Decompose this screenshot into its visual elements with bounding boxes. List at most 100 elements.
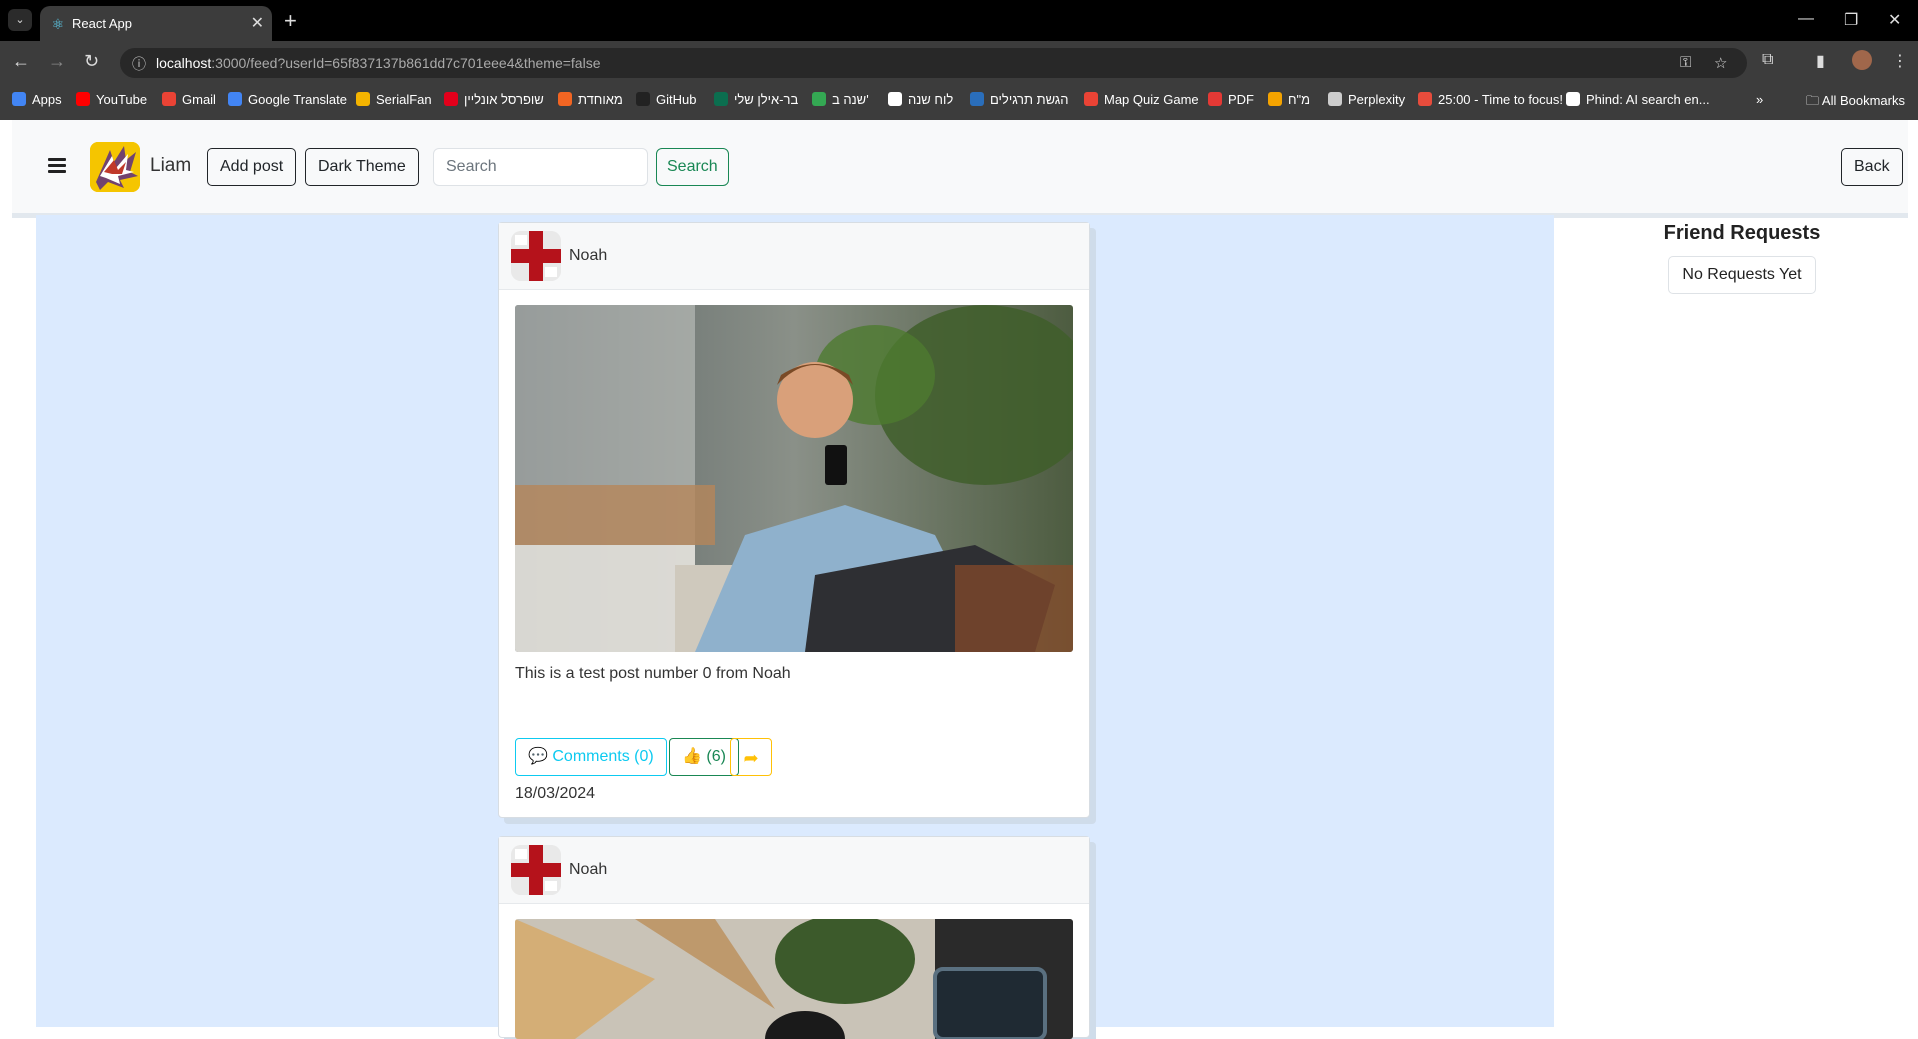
forward-arrow-icon[interactable]: → — [48, 51, 66, 72]
menu-dots-icon[interactable]: ⋮ — [1892, 51, 1908, 71]
app-page: Liam Add post Dark Theme Search Back Noa… — [0, 120, 1918, 1039]
bookmark-favicon-icon — [1268, 92, 1282, 106]
post-image — [515, 919, 1073, 1039]
search-input[interactable] — [433, 148, 648, 186]
bookmark-favicon-icon — [1328, 92, 1342, 106]
site-info-icon[interactable]: ⓘ — [132, 54, 146, 74]
bookmark-favicon-icon — [888, 92, 902, 106]
bookmark-label: Map Quiz Game — [1104, 92, 1199, 107]
bookmark-favicon-icon — [1566, 92, 1580, 106]
friend-requests-title: Friend Requests — [1663, 222, 1821, 244]
bookmark-item[interactable]: לוח שנה — [888, 92, 953, 107]
bookmark-label: מאוחדת — [578, 92, 623, 107]
url-text: localhost:3000/feed?userId=65f837137b861… — [156, 55, 601, 71]
bookmark-item[interactable]: YouTube — [76, 92, 147, 107]
side-panel-icon[interactable]: ▮ — [1816, 51, 1825, 71]
bookmark-favicon-icon — [1208, 92, 1222, 106]
thumbs-up-icon: 👍 — [682, 748, 702, 765]
browser-tab[interactable]: ⚛ React App ✕ — [40, 6, 272, 41]
bookmark-label: שופרסל אונליין — [464, 92, 544, 107]
all-bookmarks-button[interactable]: 🗀 All Bookmarks — [1806, 92, 1905, 114]
password-key-icon[interactable]: ⚿ — [1680, 54, 1691, 71]
bookmark-item[interactable]: PDF — [1208, 92, 1254, 107]
bookmark-item[interactable]: בר-אילן שלי — [714, 92, 798, 107]
bookmark-label: Phind: AI search en... — [1586, 92, 1710, 107]
window-close-icon[interactable]: ✕ — [1888, 10, 1901, 30]
bookmark-item[interactable]: Map Quiz Game — [1084, 92, 1199, 107]
bookmark-favicon-icon — [76, 92, 90, 106]
bookmark-favicon-icon — [444, 92, 458, 106]
hamburger-menu-icon[interactable] — [48, 158, 66, 173]
post-date: 18/03/2024 — [515, 785, 596, 802]
dark-theme-button[interactable]: Dark Theme — [305, 148, 419, 186]
comments-label: Comments (0) — [552, 748, 654, 765]
author-avatar[interactable] — [511, 845, 561, 895]
folder-icon: 🗀 — [1806, 93, 1822, 108]
bookmark-item[interactable]: שנה ב' — [812, 92, 869, 107]
bookmark-item[interactable]: Gmail — [162, 92, 216, 107]
bookmark-item[interactable]: Google Translate — [228, 92, 347, 107]
tab-close-icon[interactable]: ✕ — [251, 13, 264, 33]
bookmark-item[interactable]: GitHub — [636, 92, 696, 107]
bookmark-item[interactable]: הגשת תרגילים — [970, 92, 1069, 107]
bookmark-item[interactable]: Perplexity — [1328, 92, 1405, 107]
share-icon: ➦ — [743, 748, 759, 768]
bookmark-item[interactable]: שופרסל אונליין — [444, 92, 544, 107]
minimize-icon[interactable]: — — [1798, 10, 1814, 28]
post-card: Noah — [498, 836, 1090, 1039]
all-bookmarks-label: All Bookmarks — [1821, 93, 1905, 108]
post-author[interactable]: Noah — [569, 861, 607, 879]
add-post-button[interactable]: Add post — [207, 148, 297, 186]
search-button[interactable]: Search — [656, 148, 729, 186]
bookmark-favicon-icon — [636, 92, 650, 106]
post-card: Noah — [498, 222, 1090, 818]
bookmark-label: בר-אילן שלי — [734, 92, 799, 107]
bookmark-favicon-icon — [970, 92, 984, 106]
bookmark-label: PDF — [1228, 92, 1254, 107]
share-button[interactable]: ➦ — [730, 738, 772, 776]
restore-icon[interactable]: ❐ — [1844, 10, 1858, 30]
url-rest: :3000/feed?userId=65f837137b861dd7c701ee… — [211, 55, 601, 71]
bookmark-label: Gmail — [182, 92, 216, 107]
comments-button[interactable]: 💬 Comments (0) — [515, 738, 667, 776]
back-arrow-icon[interactable]: ← — [12, 51, 30, 72]
bookmark-item[interactable]: 25:00 - Time to focus! — [1418, 92, 1563, 107]
tab-title: React App — [72, 16, 132, 31]
bookmark-favicon-icon — [1084, 92, 1098, 106]
like-button[interactable]: 👍 (6) — [669, 738, 739, 776]
bookmark-label: הגשת תרגילים — [990, 92, 1069, 107]
brand-name[interactable]: Liam — [150, 155, 191, 177]
post-header: Noah — [499, 223, 1089, 290]
no-requests-label: No Requests Yet — [1668, 256, 1816, 294]
url-host: localhost — [156, 55, 212, 71]
react-favicon-icon: ⚛ — [51, 16, 65, 32]
post-text: This is a test post number 0 from Noah — [515, 665, 791, 682]
bookmark-favicon-icon — [714, 92, 728, 106]
bookmark-item[interactable]: מ"ח — [1268, 92, 1310, 107]
more-bookmarks-icon[interactable]: » — [1756, 92, 1763, 107]
browser-tab-strip: ⌄ ⚛ React App ✕ + — ❐ ✕ — [0, 0, 1918, 41]
bookmark-favicon-icon — [812, 92, 826, 106]
navbar: Liam Add post Dark Theme Search Back — [12, 120, 1908, 213]
app-logo[interactable] — [90, 142, 140, 192]
likes-count: (6) — [706, 748, 726, 765]
bookmark-label: YouTube — [96, 92, 148, 107]
extensions-icon[interactable]: ⧉ — [1762, 51, 1773, 69]
back-button[interactable]: Back — [1841, 148, 1903, 186]
profile-avatar[interactable] — [1852, 50, 1872, 70]
bookmark-star-icon[interactable]: ☆ — [1714, 54, 1727, 72]
address-bar[interactable]: ⓘ localhost:3000/feed?userId=65f837137b8… — [120, 48, 1747, 78]
bookmark-label: לוח שנה — [908, 92, 954, 107]
tab-search-icon[interactable]: ⌄ — [8, 9, 32, 31]
new-tab-icon[interactable]: + — [284, 8, 297, 34]
bookmark-label: שנה ב' — [832, 92, 869, 107]
reload-icon[interactable]: ↻ — [84, 51, 99, 72]
bookmark-item[interactable]: SerialFan — [356, 92, 432, 107]
post-header: Noah — [499, 837, 1089, 904]
bookmark-item[interactable]: Apps — [12, 92, 62, 107]
author-avatar[interactable] — [511, 231, 561, 281]
bookmark-item[interactable]: מאוחדת — [558, 92, 623, 107]
bookmark-item[interactable]: Phind: AI search en... — [1566, 92, 1710, 107]
bookmark-label: Apps — [32, 92, 62, 107]
post-author[interactable]: Noah — [569, 247, 607, 265]
